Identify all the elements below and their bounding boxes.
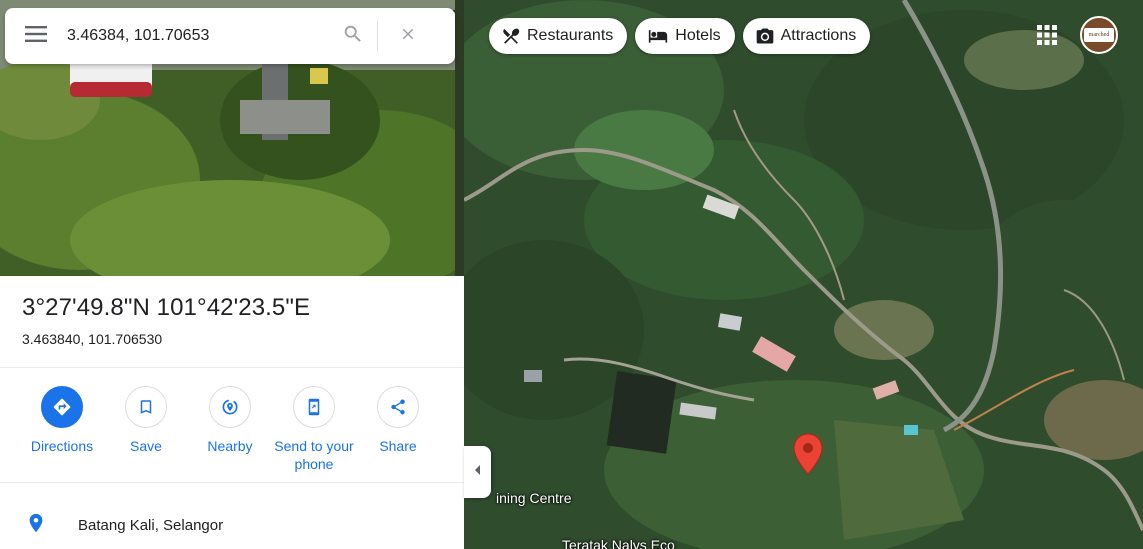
share-icon [377, 386, 419, 428]
share-button[interactable]: Share [356, 386, 440, 473]
search-button[interactable] [329, 8, 377, 64]
location-pin-icon[interactable] [793, 433, 823, 480]
map-label-teratak: Teratak Nalys Eco [562, 537, 675, 549]
send-to-phone-button[interactable]: Send to your phone [272, 386, 356, 473]
avatar-logo-text: marched [1084, 28, 1114, 42]
chip-label: Attractions [780, 27, 857, 44]
collapse-panel-button[interactable] [464, 446, 491, 498]
place-side-panel: 3°27'49.8"N 101°42'23.5"E 3.463840, 101.… [0, 0, 464, 549]
send-to-phone-label: Send to your phone [274, 438, 354, 472]
bed-icon [647, 26, 669, 46]
bookmark-icon [125, 386, 167, 428]
map-label-training-centre: ining Centre [496, 490, 572, 506]
divider [0, 367, 464, 368]
address-text: Batang Kali, Selangor [78, 516, 224, 534]
nearby-icon [209, 386, 251, 428]
nearby-label: Nearby [207, 438, 253, 454]
chip-label: Restaurants [527, 27, 614, 44]
divider [0, 482, 464, 483]
directions-button[interactable]: Directions [20, 386, 104, 473]
menu-button[interactable] [5, 8, 67, 64]
chip-hotels[interactable]: Hotels [635, 18, 735, 54]
chip-attractions[interactable]: Attractions [742, 18, 871, 54]
save-button[interactable]: Save [104, 386, 188, 473]
action-buttons: Directions Save Nearby Send to your phon… [20, 386, 440, 473]
chevron-left-icon [473, 463, 483, 481]
google-apps-icon[interactable] [1036, 24, 1058, 51]
address-row[interactable]: Batang Kali, Selangor [0, 505, 464, 545]
directions-icon [41, 386, 83, 428]
directions-label: Directions [30, 438, 94, 454]
share-label: Share [379, 438, 417, 454]
search-box [5, 8, 455, 64]
category-chips: Restaurants Hotels Attractions [489, 18, 871, 54]
chip-label: Hotels [675, 27, 721, 44]
clear-search-button[interactable] [378, 8, 438, 64]
save-label: Save [130, 438, 162, 454]
search-input[interactable] [67, 27, 329, 45]
coordinates-decimal: 3.463840, 101.706530 [22, 331, 163, 347]
nearby-button[interactable]: Nearby [188, 386, 272, 473]
location-pin-icon [0, 510, 78, 541]
send-to-phone-icon [293, 386, 335, 428]
coordinates-title: 3°27'49.8"N 101°42'23.5"E [22, 294, 311, 321]
maps-window: ining Centre Teratak Nalys Eco Restauran… [0, 0, 1143, 549]
camera-icon [755, 26, 775, 46]
close-icon [399, 25, 417, 48]
chip-restaurants[interactable]: Restaurants [489, 18, 628, 54]
fork-knife-icon [501, 26, 521, 46]
search-icon [342, 23, 364, 50]
account-avatar[interactable]: marched [1080, 16, 1118, 54]
hamburger-menu-icon [25, 25, 47, 47]
